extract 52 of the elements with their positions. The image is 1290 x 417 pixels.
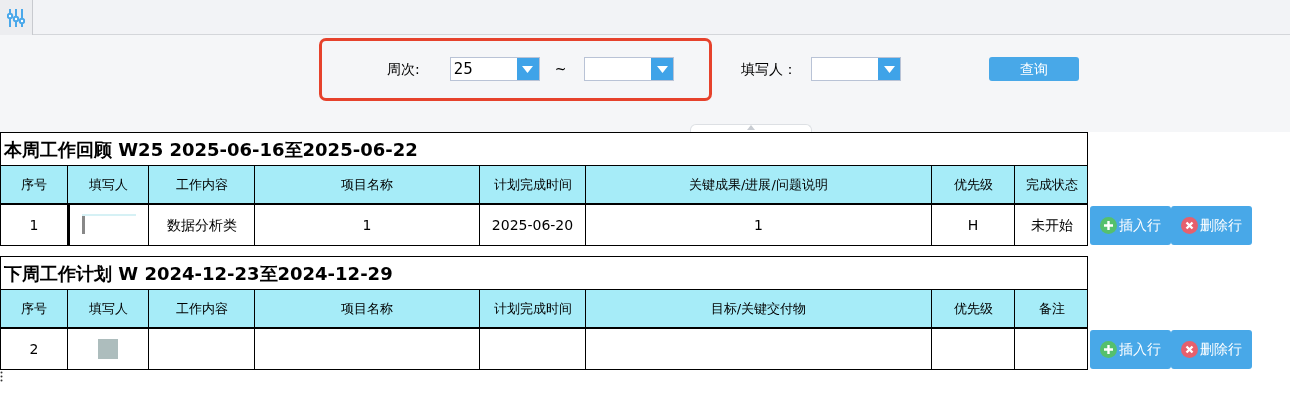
table-cell-text: 1 — [29, 215, 39, 235]
column-header: 序号 — [1, 166, 68, 203]
column-header: 项目名称 — [255, 290, 480, 327]
text-input[interactable] — [82, 214, 136, 236]
table-cell-text: 数据分析类 — [166, 215, 237, 235]
week-label: 周次: — [387, 59, 420, 79]
query-button[interactable]: 查询 — [989, 57, 1079, 81]
column-header: 序号 — [1, 290, 68, 327]
caret-icon — [522, 65, 534, 73]
table-cell-text: 1 — [362, 215, 372, 235]
column-header: 优先级 — [932, 166, 1015, 203]
select-field[interactable]: 25 — [449, 57, 540, 81]
empty-field[interactable] — [98, 339, 118, 359]
column-header: 填写人 — [68, 166, 149, 203]
sliders-icon — [7, 7, 25, 28]
table-cell-text: 2025-06-20 — [491, 215, 574, 235]
select-field[interactable] — [584, 57, 675, 81]
dropdown-button[interactable] — [651, 58, 674, 80]
plus-icon — [1100, 217, 1117, 234]
table-cell-text: 1 — [754, 215, 763, 235]
column-header: 工作内容 — [149, 166, 255, 203]
filler-label: 填写人： — [741, 59, 797, 79]
dropdown-button[interactable] — [878, 58, 900, 80]
table-cell-text: 2 — [29, 339, 39, 359]
select-field[interactable] — [811, 57, 901, 81]
insert-row-button[interactable]: 插入行 — [1090, 206, 1171, 245]
column-header: 计划完成时间 — [480, 290, 586, 327]
column-header: 完成状态 — [1024, 175, 1079, 194]
table-cell-text: 未开始 — [1030, 215, 1073, 235]
column-header: 工作内容 — [149, 290, 255, 327]
up-caret-icon — [747, 125, 755, 130]
close-icon — [1181, 217, 1198, 234]
caret-icon — [883, 65, 895, 73]
plus-icon — [1100, 341, 1117, 358]
filter-tab[interactable] — [0, 0, 33, 35]
column-header: 关键成果/进展/问题说明 — [586, 166, 932, 203]
range-separator: ~ — [554, 59, 567, 79]
column-header: 项目名称 — [255, 166, 480, 203]
caret-icon — [656, 65, 668, 73]
insert-row-button[interactable]: 插入行 — [1090, 330, 1171, 369]
close-icon — [1181, 341, 1198, 358]
column-header: 计划完成时间 — [480, 166, 586, 203]
column-header: 优先级 — [932, 290, 1015, 327]
column-header: 备注 — [1037, 299, 1066, 318]
table-cell-text: H — [967, 215, 979, 235]
column-header: 目标/关键交付物 — [586, 290, 932, 327]
text-cursor — [82, 216, 85, 234]
dropdown-button[interactable] — [516, 58, 539, 80]
drag-handle-icon — [0, 371, 3, 382]
delete-row-button[interactable]: 删除行 — [1171, 330, 1252, 369]
delete-row-button[interactable]: 删除行 — [1171, 206, 1252, 245]
column-header: 填写人 — [68, 290, 149, 327]
